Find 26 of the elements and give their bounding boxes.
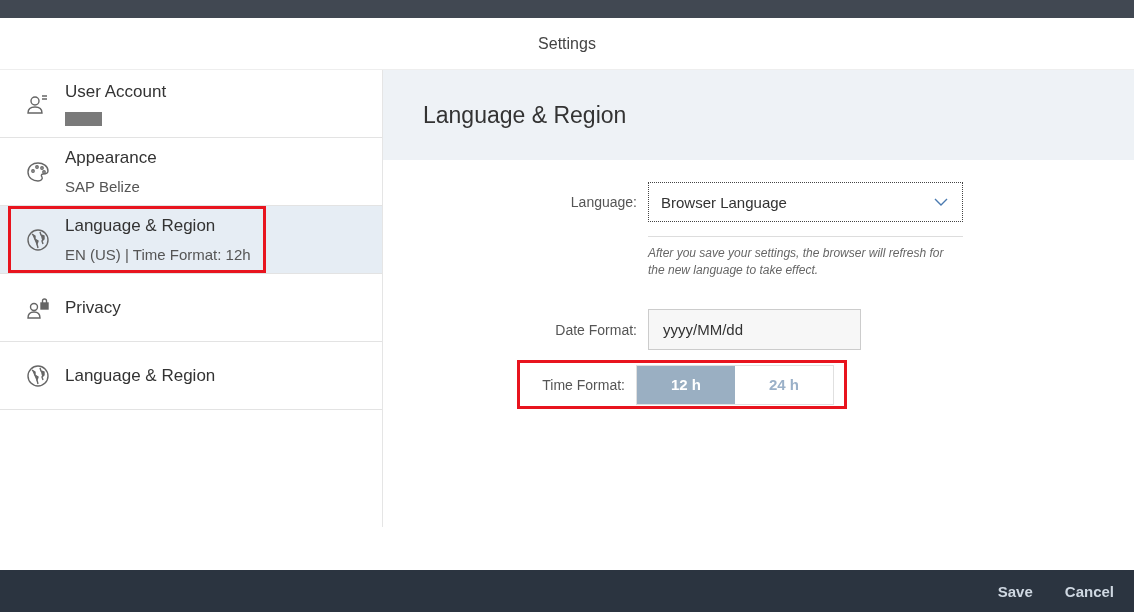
footer-button[interactable]: Cancel bbox=[1058, 578, 1120, 604]
panel-title: Language & Region bbox=[423, 101, 627, 129]
sidebar-item[interactable]: Language & Region EN (US) | Time Format: 12h bbox=[0, 206, 382, 274]
field-label: Time Format: bbox=[541, 376, 625, 393]
globe-icon bbox=[25, 363, 51, 388]
sidebar-item[interactable]: Language & Region bbox=[0, 342, 382, 410]
item-label: Language & Region bbox=[65, 365, 216, 386]
item-subtitle: EN (US) | Time Format: 12h bbox=[65, 246, 251, 263]
footer-button[interactable]: Save bbox=[991, 578, 1039, 604]
sidebar-item[interactable]: User Account bbox=[0, 70, 382, 138]
sidebar-item[interactable]: Privacy bbox=[0, 274, 382, 342]
field-label: Date Format: bbox=[554, 321, 637, 338]
chevron-down-icon bbox=[934, 198, 948, 206]
user-lock-icon bbox=[25, 295, 51, 320]
language-dropdown[interactable]: Browser Language bbox=[648, 182, 963, 222]
window-title: Settings bbox=[538, 34, 596, 53]
field-label: Language: bbox=[569, 194, 637, 210]
item-label: Appearance bbox=[65, 148, 157, 168]
item-subtitle: SAP Belize bbox=[65, 178, 141, 195]
palette-icon bbox=[25, 159, 51, 184]
date-format-field[interactable]: yyyy/MM/dd bbox=[648, 309, 861, 350]
item-label: User Account bbox=[65, 81, 167, 102]
item-label: Language & Region bbox=[65, 216, 217, 236]
item-label: Privacy bbox=[65, 297, 121, 318]
hint-text: After you save your settings, the browser will refresh for the new language to take effect. bbox=[648, 245, 945, 279]
globe-icon bbox=[25, 227, 51, 252]
